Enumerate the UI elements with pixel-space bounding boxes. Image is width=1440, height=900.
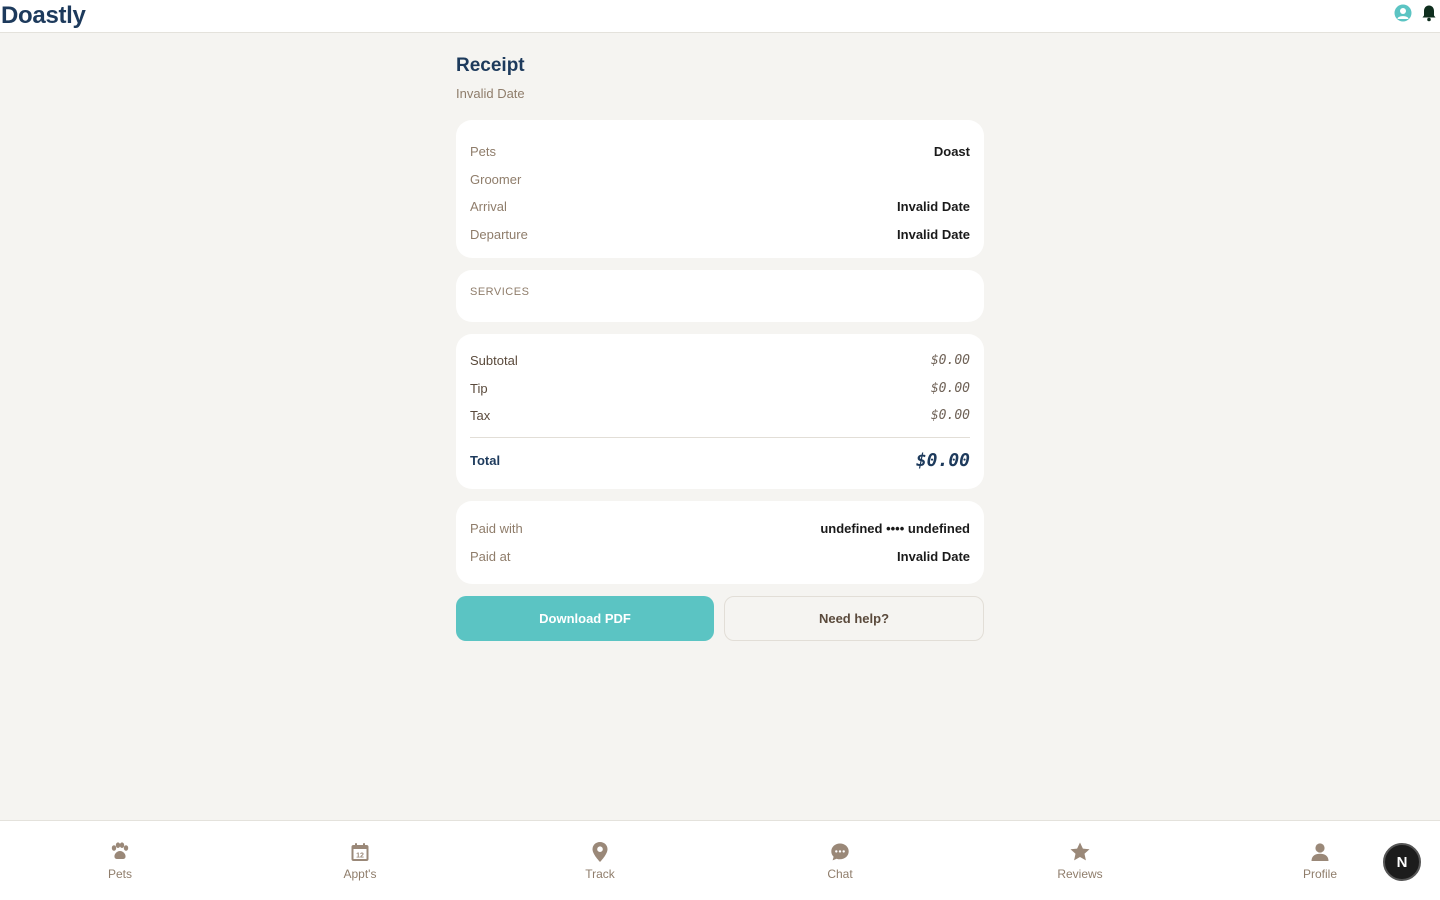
receipt-actions: Download PDF Need help? bbox=[456, 596, 984, 641]
star-icon bbox=[1069, 841, 1091, 863]
detail-row-departure: Departure Invalid Date bbox=[470, 221, 970, 249]
download-pdf-button[interactable]: Download PDF bbox=[456, 596, 714, 641]
tip-row: Tip $0.00 bbox=[470, 375, 970, 403]
person-icon bbox=[1309, 841, 1331, 863]
total-label: Total bbox=[470, 452, 501, 468]
nav-item-pets[interactable]: Pets bbox=[60, 841, 180, 881]
detail-row-pets: Pets Doast bbox=[470, 138, 970, 166]
tip-label: Tip bbox=[470, 380, 488, 396]
detail-label: Departure bbox=[470, 226, 528, 242]
brand-logo[interactable]: Doastly bbox=[1, 2, 86, 30]
nav-label: Chat bbox=[827, 867, 853, 881]
tax-row: Tax $0.00 bbox=[470, 402, 970, 430]
detail-row-groomer: Groomer bbox=[470, 166, 970, 194]
nav-label: Profile bbox=[1302, 867, 1337, 881]
nav-label: Reviews bbox=[1057, 867, 1103, 881]
location-pin-icon bbox=[589, 841, 611, 863]
paid-with-row: Paid with undefined •••• undefined bbox=[470, 515, 970, 543]
need-help-button[interactable]: Need help? bbox=[724, 596, 984, 641]
bell-icon[interactable] bbox=[1420, 4, 1438, 22]
top-bar: Doastly bbox=[0, 0, 1440, 33]
nav-label: Track bbox=[585, 867, 615, 881]
nav-item-appts[interactable]: 12 Appt's bbox=[300, 841, 420, 881]
nav-item-profile[interactable]: Profile bbox=[1260, 841, 1380, 881]
nav-item-chat[interactable]: Chat bbox=[780, 841, 900, 881]
subtotal-label: Subtotal bbox=[470, 353, 518, 369]
totals-card: Subtotal $0.00 Tip $0.00 Tax $0.00 Total… bbox=[456, 334, 984, 489]
tax-value: $0.00 bbox=[930, 408, 970, 424]
nav-label: Pets bbox=[107, 867, 132, 881]
totals-divider bbox=[470, 437, 970, 438]
chat-bubble-icon bbox=[829, 841, 851, 863]
subtotal-value: $0.00 bbox=[930, 353, 970, 369]
calendar-icon: 12 bbox=[349, 841, 371, 863]
header-icons bbox=[1394, 4, 1438, 22]
paid-at-value: Invalid Date bbox=[897, 548, 970, 564]
floating-action-button[interactable]: N bbox=[1383, 843, 1421, 881]
nav-item-track[interactable]: Track bbox=[540, 841, 660, 881]
paid-at-label: Paid at bbox=[470, 548, 511, 564]
detail-label: Pets bbox=[470, 144, 497, 160]
services-card: SERVICES bbox=[456, 270, 984, 322]
appointment-details-card: Pets Doast Groomer Arrival Invalid Date … bbox=[456, 120, 984, 258]
receipt-page: Receipt Invalid Date Pets Doast Groomer … bbox=[456, 55, 984, 641]
detail-value: Doast bbox=[933, 144, 970, 160]
detail-value: Invalid Date bbox=[897, 226, 970, 242]
total-row: Total $0.00 bbox=[470, 446, 970, 474]
receipt-date: Invalid Date bbox=[456, 86, 525, 101]
detail-label: Arrival bbox=[470, 199, 507, 215]
detail-value: Invalid Date bbox=[897, 199, 970, 215]
tip-value: $0.00 bbox=[930, 380, 970, 396]
subtotal-row: Subtotal $0.00 bbox=[470, 347, 970, 375]
bottom-nav: Pets 12 Appt's Track Chat Reviews Profil… bbox=[0, 820, 1440, 900]
paid-with-label: Paid with bbox=[470, 521, 523, 537]
nav-item-reviews[interactable]: Reviews bbox=[1020, 841, 1140, 881]
payment-card: Paid with undefined •••• undefined Paid … bbox=[456, 501, 984, 584]
paw-icon bbox=[109, 841, 131, 863]
detail-label: Groomer bbox=[470, 171, 522, 187]
total-amount: $0.00 bbox=[915, 449, 970, 471]
services-heading: SERVICES bbox=[470, 286, 530, 298]
page-title: Receipt bbox=[456, 55, 525, 76]
user-circle-icon[interactable] bbox=[1394, 4, 1412, 22]
paid-at-row: Paid at Invalid Date bbox=[470, 543, 970, 571]
calendar-day-number: 12 bbox=[356, 853, 364, 860]
detail-row-arrival: Arrival Invalid Date bbox=[470, 193, 970, 221]
nav-label: Appt's bbox=[343, 867, 377, 881]
tax-label: Tax bbox=[470, 408, 491, 424]
paid-with-value: undefined •••• undefined bbox=[820, 521, 970, 537]
